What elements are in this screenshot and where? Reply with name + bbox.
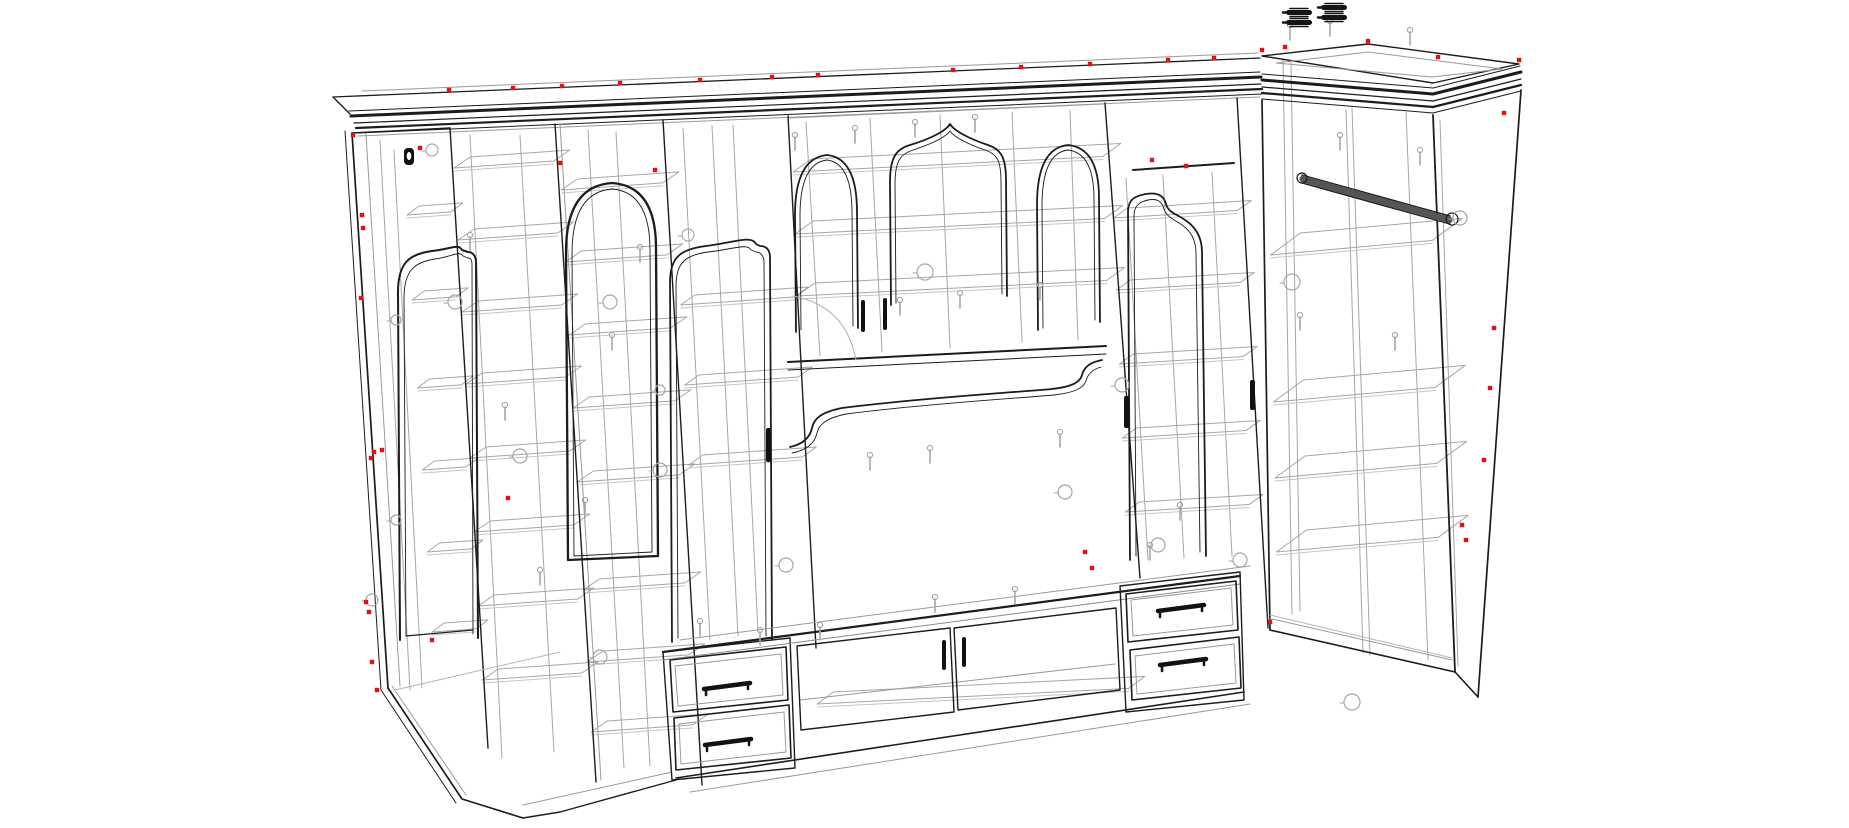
- ogee-door-column-left: [663, 240, 795, 780]
- door-handle: [1124, 396, 1129, 428]
- fastener-icon: [1283, 9, 1312, 27]
- fastener-icons-layer: [1283, 4, 1347, 27]
- door-handle: [942, 640, 946, 670]
- fastener-icon: [1318, 4, 1347, 22]
- drawing-viewport: [0, 0, 1849, 828]
- drawer-stack-right: [1120, 572, 1244, 712]
- door-handle: [861, 300, 865, 332]
- door-handle: [883, 298, 887, 330]
- bench-door: [797, 628, 954, 730]
- drawer-handle: [1160, 659, 1206, 665]
- door-handle: [766, 428, 771, 462]
- left-corner-wardrobe: [345, 128, 672, 818]
- tv-bench: [663, 566, 1250, 792]
- clothes-rail: [1297, 173, 1458, 225]
- wireframe-canvas: [0, 0, 1849, 828]
- open-niche: [790, 360, 1102, 453]
- cornice: [333, 53, 1262, 136]
- drawer-handle: [705, 739, 751, 745]
- door-handle: [962, 637, 966, 667]
- bench-door: [954, 608, 1120, 710]
- drawer-stack-left: [663, 638, 795, 780]
- drawer-handle: [1158, 605, 1204, 611]
- door-handle: [1250, 380, 1255, 410]
- drawer-handle: [704, 683, 750, 689]
- right-corner-wardrobe: [1250, 44, 1521, 697]
- display-top-cabinet: [788, 104, 1106, 370]
- glass-door-column: [566, 183, 658, 560]
